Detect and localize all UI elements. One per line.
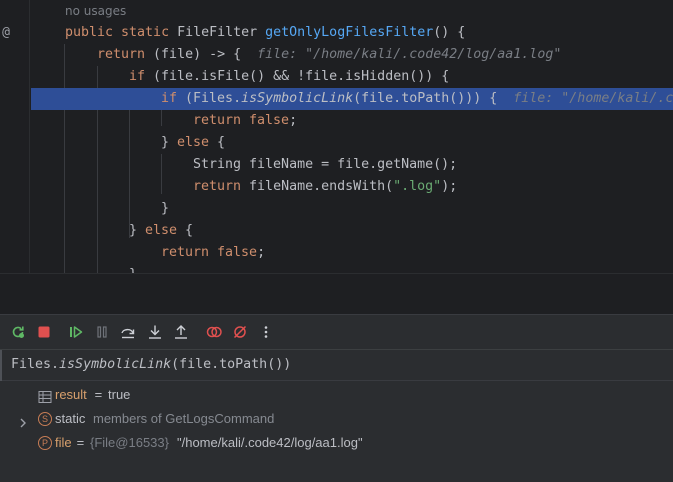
code-token: if [129,69,154,84]
inline-debug-value-hint: file: "/home/kali/.c [513,91,673,106]
table-icon [38,388,52,403]
code-text: return (file) -> { file: "/home/kali/.co… [97,44,561,66]
code-text: return fileName.endsWith(".log"); [193,176,457,198]
rerun-icon[interactable] [9,323,27,341]
variable-separator: = [73,435,88,450]
expand-chevron-icon[interactable] [18,413,28,428]
variables-tree: result = true S static members of GetLog… [0,381,673,482]
code-token: ); [441,179,458,194]
code-token: return [97,47,154,62]
variable-ref: {File@16533} [90,435,169,450]
pause-icon[interactable] [93,323,111,341]
code-line[interactable]: } [0,198,673,220]
code-token: } [129,223,146,238]
variable-row-file[interactable]: P file = {File@16533} "/home/kali/.code4… [0,431,673,455]
code-token: ; [289,113,298,128]
code-editor[interactable]: no usages @ public static FileFilter get… [0,0,673,273]
variable-name: file [55,435,72,450]
code-text: } else { [129,220,193,242]
code-token: if [161,91,186,106]
usages-hint-line: no usages [0,0,673,22]
code-text: } else { [161,132,225,154]
code-line[interactable]: return false; [0,242,673,264]
parameter-icon: P [38,436,52,450]
code-token: } [161,135,178,150]
static-icon: S [38,412,52,426]
code-token: FileFilter [177,25,266,40]
variable-name: static [55,411,86,426]
code-token: { [217,135,226,150]
code-token: () { [433,25,466,40]
code-line[interactable]: } else { [0,220,673,242]
code-text: if (Files.isSymbolicLink(file.toPath()))… [161,88,673,110]
step-into-icon[interactable] [146,323,164,341]
expression-prefix: Files. [11,357,60,372]
variable-row-result[interactable]: result = true [0,383,673,407]
resume-icon[interactable] [67,323,85,341]
code-line[interactable]: return false; [0,110,673,132]
code-token: getOnlyLogFilesFilter [265,25,434,40]
code-line[interactable]: } [0,264,673,273]
debug-toolbar [0,315,673,349]
code-line[interactable]: String fileName = file.getName(); [0,154,673,176]
code-token: String fileName = file.getName(); [193,157,458,172]
code-text: if (file.isFile() && !file.isHidden()) { [129,66,449,88]
code-text: return false; [161,242,265,264]
usages-hint[interactable]: no usages [65,0,126,22]
code-text: return false; [193,110,297,132]
code-token: isSymbolicLink [241,91,354,106]
code-token: (file) -> { [153,47,258,62]
code-token: ; [257,245,266,260]
code-token: (file.toPath())) { [353,91,514,106]
editor-empty-area [0,274,673,314]
code-line-current-execution[interactable]: if (Files.isSymbolicLink(file.toPath()))… [31,88,673,110]
variable-row-static[interactable]: S static members of GetLogsCommand [0,407,673,431]
variable-value: members of GetLogsCommand [93,411,275,426]
code-line[interactable]: public static FileFilter getOnlyLogFiles… [0,22,673,44]
expression-method: isSymbolicLink [59,357,172,372]
code-text: String fileName = file.getName(); [193,154,457,176]
code-token: else [177,135,218,150]
code-text: } [129,264,137,273]
variable-value: true [108,387,131,402]
variable-value: "/home/kali/.code42/log/aa1.log" [177,435,363,450]
evaluate-expression-field[interactable]: Files.isSymbolicLink(file.toPath()) [0,349,673,381]
code-text: public static FileFilter getOnlyLogFiles… [65,22,465,44]
more-options-icon[interactable] [257,323,275,341]
code-token: fileName.endsWith( [249,179,394,194]
code-token: } [161,201,170,216]
code-text: } [161,198,169,220]
code-line[interactable]: if (file.isFile() && !file.isHidden()) { [0,66,673,88]
mute-breakpoints-icon[interactable] [231,323,249,341]
code-line[interactable]: } else { [0,132,673,154]
view-breakpoints-icon[interactable] [205,323,223,341]
stop-icon[interactable] [35,323,53,341]
code-token: else [145,223,186,238]
code-token: return false [193,113,290,128]
code-token: return false [161,245,258,260]
code-line[interactable]: return (file) -> { file: "/home/kali/.co… [0,44,673,66]
code-token: return [193,179,250,194]
code-token: { [185,223,194,238]
evaluate-expression-text: Files.isSymbolicLink(file.toPath()) [11,350,291,380]
code-token: public static [65,25,178,40]
code-token: (Files. [185,91,242,106]
variable-name: result [55,387,87,402]
inline-debug-value-hint: file: "/home/kali/.code42/log/aa1.log" [257,47,562,62]
variable-separator: = [91,387,106,402]
code-token: ".log" [393,179,442,194]
expression-suffix: (file.toPath()) [171,357,292,372]
step-out-icon[interactable] [172,323,190,341]
step-over-icon[interactable] [119,323,137,341]
code-token: (file.isFile() && !file.isHidden()) { [153,69,450,84]
code-line[interactable]: return fileName.endsWith(".log"); [0,176,673,198]
